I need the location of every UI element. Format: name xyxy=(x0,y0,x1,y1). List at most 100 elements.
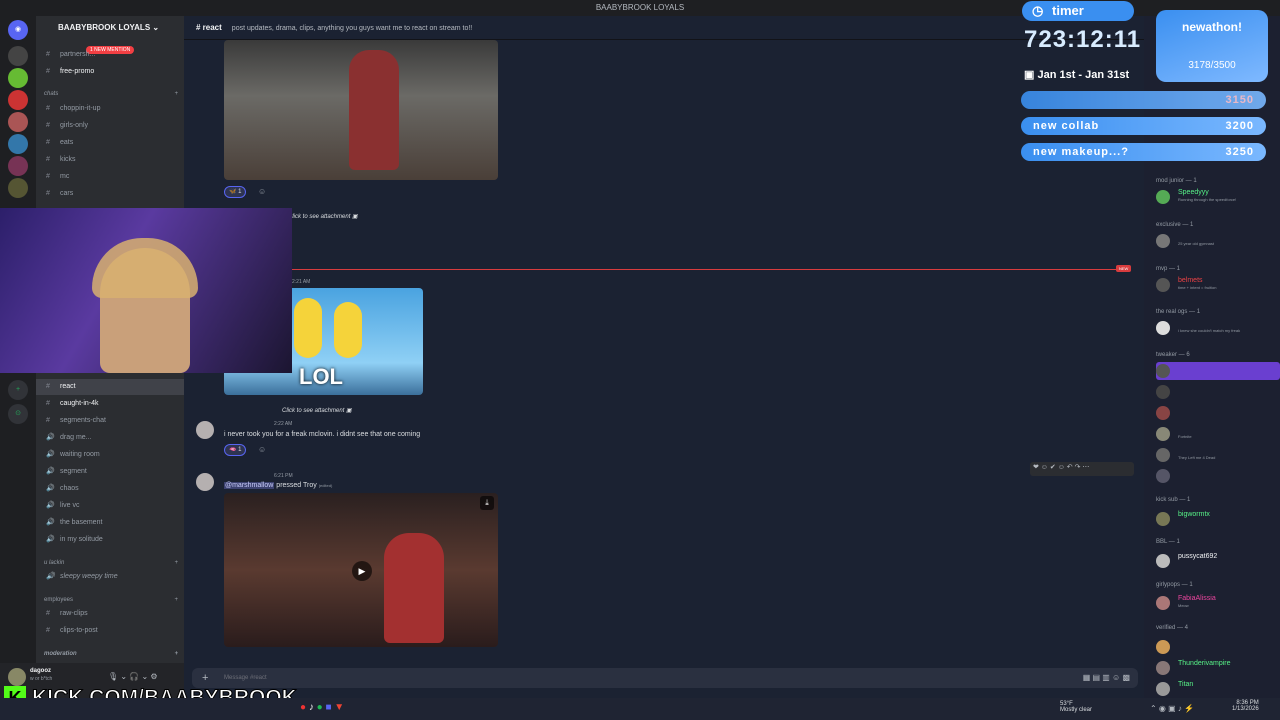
member-item[interactable]: 25 year old gymnast xyxy=(1156,232,1280,250)
server-icon[interactable] xyxy=(8,68,28,88)
category-moderation[interactable]: moderation + xyxy=(36,648,184,660)
add-attachment-icon[interactable]: + xyxy=(202,668,208,688)
tray-icons[interactable]: ⌃ ◉ ▣ ♪ ⚡ xyxy=(1150,704,1194,713)
avatar[interactable] xyxy=(196,473,214,491)
channel-item[interactable]: # eats xyxy=(36,135,184,151)
voice-channel-item[interactable]: 🔊 segment xyxy=(36,464,184,480)
member-item[interactable] xyxy=(1156,638,1280,656)
member-group-label: mod junior — 1 xyxy=(1156,178,1197,184)
avatar xyxy=(1156,234,1170,248)
subathon-label: newathon! xyxy=(1182,20,1242,34)
server-icon[interactable] xyxy=(8,46,28,66)
message-input[interactable]: + Message #react ▦ ▤ ▥ ☺ ▩ xyxy=(192,668,1138,688)
avatar xyxy=(1156,406,1170,420)
goal-pill: new makeup...? 3250 xyxy=(1021,143,1266,161)
voice-channel-item[interactable]: 🔊 in my solitude xyxy=(36,532,184,548)
user-status: w or b*tch xyxy=(30,676,53,682)
channel-item[interactable]: # choppin-it-up xyxy=(36,101,184,117)
member-item[interactable]: belmets time + intent = fruition xyxy=(1156,276,1280,294)
channel-title: # react xyxy=(196,23,222,32)
member-item[interactable] xyxy=(1156,467,1280,485)
user-controls[interactable]: 🎙 ⌄ 🎧 ⌄ ⚙ xyxy=(108,672,158,681)
server-icon[interactable] xyxy=(8,90,28,110)
server-icon[interactable] xyxy=(8,178,28,198)
video-attachment[interactable]: ▶ ⤓ xyxy=(224,493,498,647)
channel-item[interactable]: # mc xyxy=(36,169,184,185)
channel-item[interactable]: # cars xyxy=(36,186,184,202)
channel-item[interactable]: # segments-chat xyxy=(36,413,184,429)
avatar xyxy=(1156,682,1170,696)
member-item[interactable]: Speedyyy Running through the speedforce! xyxy=(1156,188,1280,206)
voice-channel-item[interactable]: 🔊 live vc xyxy=(36,498,184,514)
member-item[interactable] xyxy=(1156,404,1280,422)
category-chats[interactable]: chats + xyxy=(36,88,184,100)
user-mention[interactable]: @marshmallow xyxy=(224,482,275,489)
voice-channel-item[interactable]: 🔊 drag me... xyxy=(36,430,184,446)
member-item[interactable]: Thunderivampire xyxy=(1156,659,1280,677)
avatar xyxy=(1156,512,1170,526)
video-attachment[interactable] xyxy=(224,40,498,180)
reaction-pill[interactable]: 🦋 1 xyxy=(224,186,247,198)
server-icon[interactable] xyxy=(8,156,28,176)
avatar xyxy=(1156,596,1170,610)
server-icon[interactable] xyxy=(8,134,28,154)
attachment-link[interactable]: Click to see attachment ▣ xyxy=(288,213,358,220)
voice-channel-item[interactable]: 🔊 waiting room xyxy=(36,447,184,463)
message-text: i never took you for a freak mclovin. i … xyxy=(224,431,421,438)
channel-item[interactable]: # girls-only xyxy=(36,118,184,134)
home-icon[interactable]: ◉ xyxy=(8,20,28,40)
goal-pill: 3150 xyxy=(1021,91,1266,109)
channel-item[interactable]: # caught-in-4k xyxy=(36,396,184,412)
message-placeholder: Message #react xyxy=(224,675,267,681)
voice-channel-item[interactable]: 🔊 the basement xyxy=(36,515,184,531)
new-badge: NEW xyxy=(1116,265,1132,272)
timestamp: 2:22 AM xyxy=(274,421,293,427)
member-group-label: exclusive — 1 xyxy=(1156,222,1194,228)
category-employees[interactable]: employees + xyxy=(36,594,184,606)
play-icon[interactable]: ▶ xyxy=(352,561,372,581)
channel-item-react[interactable]: # react xyxy=(36,379,184,395)
date-range: ▣ Jan 1st - Jan 31st xyxy=(1024,69,1130,81)
channel-item[interactable]: # partnersh... xyxy=(36,47,184,63)
avatar xyxy=(1156,427,1170,441)
channel-item[interactable]: # free-promo xyxy=(36,64,184,80)
voice-channel-item[interactable]: 🔊 sleepy weepy time xyxy=(36,569,184,585)
download-icon[interactable]: ⤓ xyxy=(480,496,494,510)
avatar[interactable] xyxy=(196,421,214,439)
window-title: BAABYBROOK LOYALS xyxy=(595,3,685,12)
avatar xyxy=(1156,554,1170,568)
explore-icon[interactable]: ⊙ xyxy=(8,404,28,424)
add-reaction-icon[interactable]: ☺ xyxy=(258,445,266,454)
avatar xyxy=(1156,469,1170,483)
member-item[interactable]: Titan xyxy=(1156,680,1280,698)
server-header[interactable]: BAABYBROOK LOYALS ⌄ xyxy=(36,16,184,38)
member-item[interactable]: FabiaAlissia Meow xyxy=(1156,594,1280,612)
goal-pill: new collab 3200 xyxy=(1021,117,1266,135)
member-item[interactable]: Fortnite xyxy=(1156,425,1280,443)
add-server-icon[interactable]: + xyxy=(8,380,28,400)
composer-icons[interactable]: ▦ ▤ ▥ ☺ ▩ xyxy=(1083,668,1130,688)
reaction-pill[interactable]: 🫦 1 xyxy=(224,444,247,456)
channel-item[interactable]: # clips-to-post xyxy=(36,623,184,639)
weather-widget[interactable]: 53°F Mostly clear xyxy=(1060,701,1092,713)
member-item[interactable]: bigwormtx xyxy=(1156,510,1280,528)
avatar[interactable] xyxy=(8,668,26,686)
avatar xyxy=(1156,448,1170,462)
member-item[interactable] xyxy=(1156,383,1280,401)
channel-item[interactable]: # raw-clips xyxy=(36,606,184,622)
channel-item[interactable]: # kicks xyxy=(36,152,184,168)
server-icon[interactable] xyxy=(8,112,28,132)
clock[interactable]: 8:36 PM 1/13/2026 xyxy=(1232,700,1259,712)
chevron-down-icon: ⌄ xyxy=(152,23,160,32)
member-item[interactable]: They Left me 4 Dead xyxy=(1156,446,1280,464)
member-item[interactable]: pussycat692 xyxy=(1156,552,1280,570)
attachment-link[interactable]: Click to see attachment ▣ xyxy=(282,407,352,414)
message-actions-toolbar[interactable]: ❤ ☺ ✔ ☺ ↶ ↷ ⋯ xyxy=(1030,462,1134,476)
category-ulackin[interactable]: u lackin + xyxy=(36,557,184,569)
add-reaction-icon[interactable]: ☺ xyxy=(258,187,266,196)
member-item[interactable]: i knew she couldn't match my freak xyxy=(1156,319,1280,337)
voice-channel-item[interactable]: 🔊 chaos xyxy=(36,481,184,497)
taskbar-apps[interactable]: ● ♪ ● ■ ▼ xyxy=(300,702,344,713)
timer-label: ◷ timer xyxy=(1022,1,1134,21)
member-item[interactable] xyxy=(1156,362,1280,380)
